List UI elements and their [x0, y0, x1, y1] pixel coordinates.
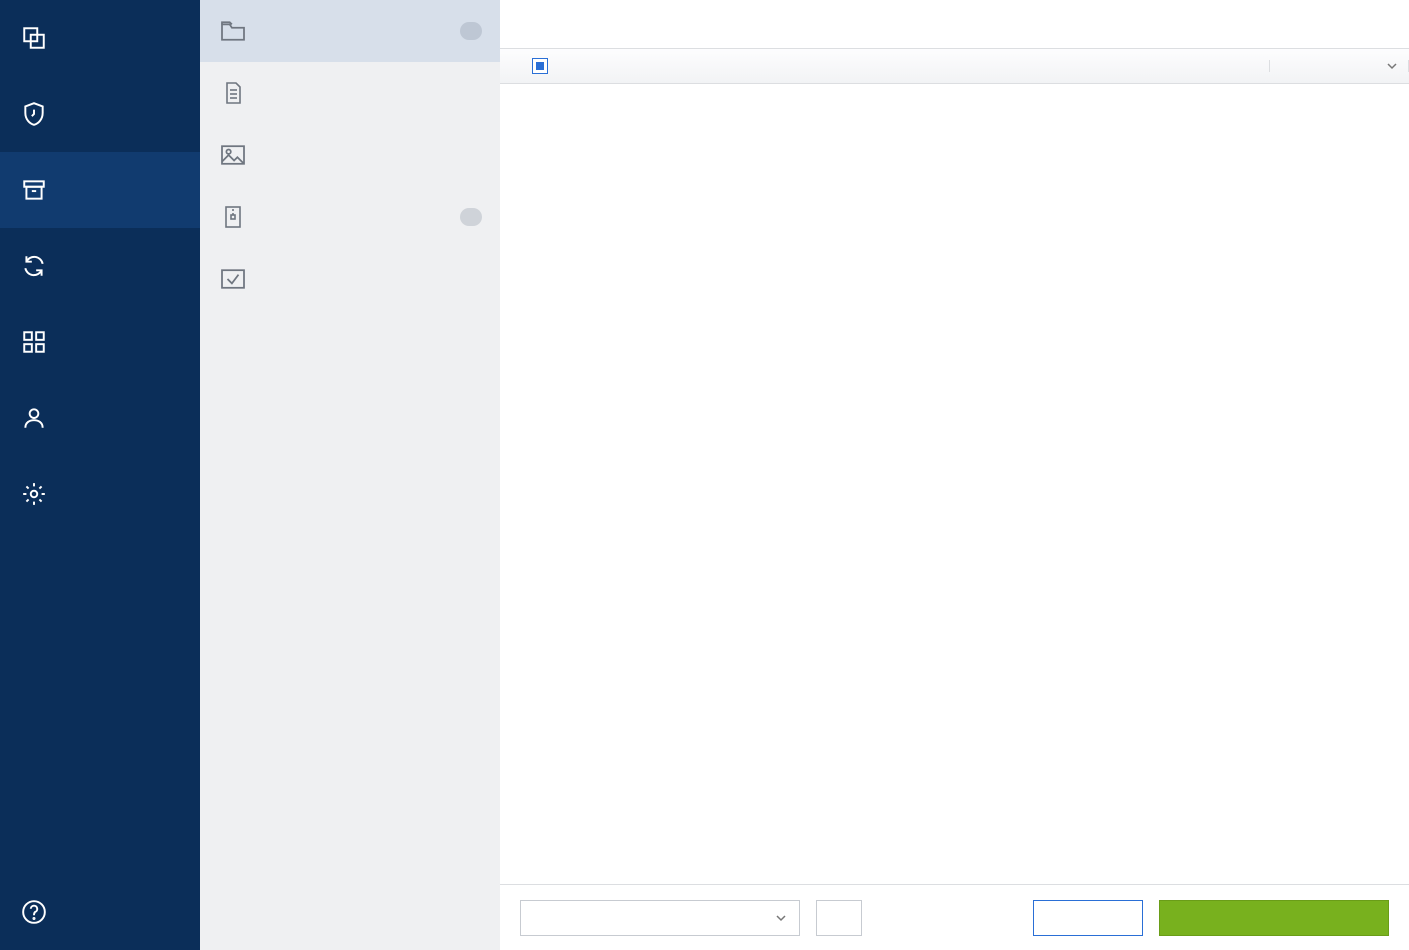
tools-icon	[20, 328, 48, 356]
settings-icon	[20, 480, 48, 508]
selected-icon	[218, 266, 248, 292]
back-button[interactable]	[1033, 900, 1143, 936]
file-list	[500, 84, 1409, 884]
protection-icon	[20, 100, 48, 128]
nav-item-help[interactable]	[0, 874, 200, 950]
category-pictures[interactable]	[200, 124, 500, 186]
folder-icon	[218, 18, 248, 44]
main-panel	[500, 0, 1409, 950]
nav-item-settings[interactable]	[0, 456, 200, 532]
picture-icon	[218, 142, 248, 168]
nav-item-account[interactable]	[0, 380, 200, 456]
category-documents[interactable]	[200, 62, 500, 124]
category-other[interactable]	[200, 186, 500, 248]
archive-icon	[20, 176, 48, 204]
destination-select[interactable]	[520, 900, 800, 936]
chevron-down-icon	[775, 912, 787, 924]
chevron-down-icon	[1386, 60, 1398, 72]
help-icon	[20, 898, 48, 926]
nav-item-protection[interactable]	[0, 76, 200, 152]
primary-nav	[0, 0, 200, 950]
select-all-checkbox[interactable]	[532, 58, 548, 74]
nav-item-backup[interactable]	[0, 0, 200, 76]
account-icon	[20, 404, 48, 432]
category-badge	[460, 208, 482, 226]
archive-button[interactable]	[1159, 900, 1389, 936]
nav-item-archive[interactable]	[0, 152, 200, 228]
column-size[interactable]	[1269, 60, 1409, 72]
backup-icon	[20, 24, 48, 52]
column-headers	[500, 48, 1409, 84]
nav-item-tools[interactable]	[0, 304, 200, 380]
options-button[interactable]	[816, 900, 862, 936]
sync-icon	[20, 252, 48, 280]
document-icon	[218, 80, 248, 106]
category-panel	[200, 0, 500, 950]
zip-icon	[218, 204, 248, 230]
nav-item-sync[interactable]	[0, 228, 200, 304]
category-all-files[interactable]	[200, 0, 500, 62]
category-selected-files[interactable]	[200, 248, 500, 310]
footer-bar	[500, 884, 1409, 950]
category-badge	[460, 22, 482, 40]
